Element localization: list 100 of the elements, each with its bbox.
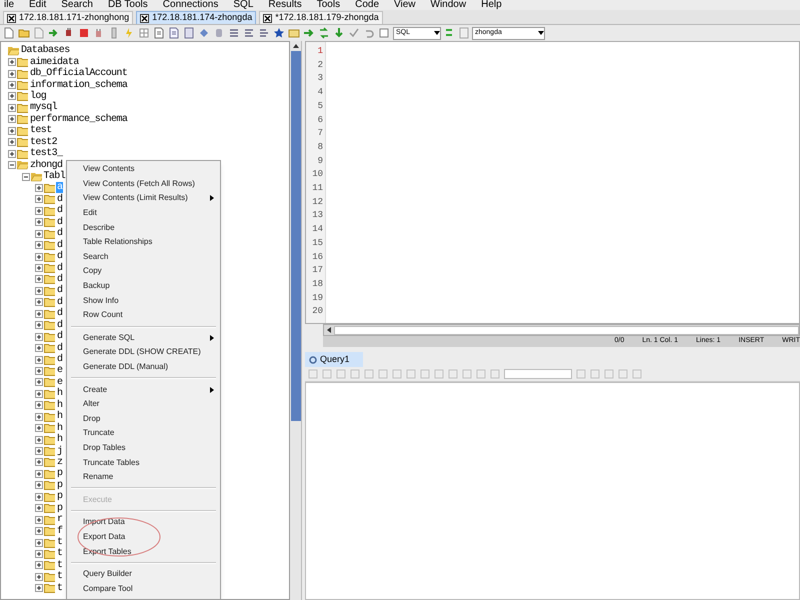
menu-item[interactable]: Backup bbox=[70, 278, 216, 294]
close-icon[interactable] bbox=[140, 14, 150, 22]
expand-icon[interactable] bbox=[35, 492, 43, 501]
tree-item[interactable]: h bbox=[56, 400, 64, 411]
expand-icon[interactable] bbox=[35, 275, 43, 284]
tree-item[interactable]: d bbox=[56, 296, 64, 308]
expand-icon[interactable] bbox=[35, 584, 43, 592]
expand-icon[interactable] bbox=[35, 550, 43, 558]
expand-icon[interactable] bbox=[35, 286, 43, 295]
expand-icon[interactable] bbox=[35, 230, 43, 238]
tree-item[interactable]: p bbox=[56, 491, 64, 502]
tree-item[interactable]: t bbox=[56, 548, 64, 560]
expand-icon[interactable] bbox=[35, 470, 43, 478]
tree-item[interactable]: d bbox=[56, 240, 64, 251]
expand-icon[interactable] bbox=[35, 321, 43, 330]
menu-item[interactable]: Tools bbox=[316, 0, 342, 10]
tree-item[interactable]: r bbox=[56, 514, 64, 526]
menu-item[interactable]: Truncate Tables bbox=[70, 455, 216, 470]
menu-item[interactable]: Show Info bbox=[70, 293, 216, 308]
expand-icon[interactable] bbox=[35, 356, 43, 364]
grid-icon[interactable] bbox=[138, 27, 150, 39]
menu-item[interactable]: Code bbox=[354, 0, 380, 10]
expand-icon[interactable] bbox=[35, 366, 43, 375]
expand-icon[interactable] bbox=[35, 412, 43, 421]
connection-tab[interactable]: 172.18.181.171-zhonghong bbox=[3, 11, 134, 24]
expand-icon[interactable] bbox=[8, 104, 16, 112]
expand-icon[interactable] bbox=[35, 332, 43, 341]
result-tab[interactable]: Query1 bbox=[305, 352, 363, 367]
menu-item[interactable]: Generate DDL (SHOW CREATE) bbox=[70, 345, 216, 360]
expand-icon[interactable] bbox=[35, 538, 43, 547]
connection-tab[interactable]: 172.18.181.174-zhongda bbox=[136, 11, 256, 24]
tree-item[interactable]: d bbox=[56, 251, 64, 262]
down-arrow-icon[interactable] bbox=[333, 27, 345, 39]
tree-item[interactable]: p bbox=[56, 480, 64, 491]
connection-tab[interactable]: *172.18.181.179-zhongda bbox=[259, 11, 383, 24]
document-icon[interactable] bbox=[153, 27, 165, 39]
tree-item[interactable]: j bbox=[56, 446, 64, 457]
tree-item[interactable]: log bbox=[29, 90, 48, 102]
tree-item[interactable]: test2 bbox=[29, 136, 58, 148]
expand-icon[interactable] bbox=[35, 458, 43, 466]
menu-item[interactable]: Compare Tool bbox=[70, 581, 216, 596]
list-icon[interactable] bbox=[243, 27, 255, 39]
expand-icon[interactable] bbox=[35, 252, 43, 261]
menu-item[interactable]: Generate SQL bbox=[70, 330, 216, 346]
expand-icon[interactable] bbox=[35, 436, 43, 444]
tree-item[interactable]: h bbox=[56, 422, 64, 434]
list-icon[interactable] bbox=[258, 27, 270, 39]
menu-item[interactable]: View Contents (Fetch All Rows) bbox=[70, 176, 216, 192]
tree-item[interactable]: d bbox=[56, 205, 64, 216]
tree-item[interactable]: t bbox=[56, 571, 64, 582]
tree-item[interactable]: d bbox=[56, 216, 64, 228]
expand-icon[interactable] bbox=[35, 298, 43, 306]
tree-item[interactable]: h bbox=[56, 411, 64, 422]
tree-item[interactable]: h bbox=[56, 434, 64, 446]
collapse-icon[interactable] bbox=[8, 161, 16, 170]
menu-item[interactable]: Alter bbox=[70, 396, 216, 412]
filter-field[interactable] bbox=[504, 369, 572, 379]
list-icon[interactable] bbox=[228, 27, 240, 39]
tree-item[interactable]: d bbox=[56, 285, 64, 296]
folder-icon[interactable] bbox=[18, 27, 30, 39]
tree-item[interactable]: mysql bbox=[29, 102, 58, 114]
star-icon[interactable] bbox=[273, 27, 285, 39]
close-icon[interactable] bbox=[263, 14, 272, 22]
tree-item[interactable]: t bbox=[56, 537, 64, 548]
expand-icon[interactable] bbox=[35, 184, 43, 192]
expand-icon[interactable] bbox=[8, 81, 16, 90]
menu-item[interactable]: Query Builder bbox=[70, 566, 216, 582]
menu-item[interactable]: Edit bbox=[28, 0, 48, 10]
expand-icon[interactable] bbox=[35, 561, 43, 570]
document-icon[interactable] bbox=[183, 27, 195, 39]
tree-item[interactable]: d bbox=[56, 342, 64, 354]
menu-item[interactable]: Window bbox=[430, 0, 468, 10]
tree-item[interactable]: Tabl bbox=[42, 171, 66, 182]
expand-icon[interactable] bbox=[35, 424, 43, 432]
tree-item[interactable]: t bbox=[56, 582, 64, 594]
expand-icon[interactable] bbox=[8, 58, 16, 66]
menu-item[interactable]: Export Data bbox=[70, 530, 216, 544]
menu-item[interactable]: Generate DDL (Manual) bbox=[70, 360, 216, 374]
expand-icon[interactable] bbox=[8, 126, 16, 135]
tree-item[interactable]: d bbox=[56, 320, 64, 331]
expand-icon[interactable] bbox=[8, 115, 16, 124]
expand-icon[interactable] bbox=[35, 218, 43, 226]
expand-icon[interactable] bbox=[35, 481, 43, 490]
arrow-icon[interactable] bbox=[48, 27, 60, 39]
expand-icon[interactable] bbox=[35, 378, 43, 386]
expand-icon[interactable] bbox=[8, 150, 16, 158]
tree-item[interactable]: zhongd bbox=[29, 160, 64, 171]
expand-icon[interactable] bbox=[35, 241, 43, 250]
tree-item[interactable]: p bbox=[56, 468, 64, 480]
expand-icon[interactable] bbox=[35, 504, 43, 512]
menu-item[interactable]: View Contents bbox=[70, 162, 216, 177]
menu-item[interactable]: Drop bbox=[70, 412, 216, 426]
tree-item[interactable]: information_schema bbox=[29, 80, 128, 91]
tree-item[interactable]: Databases bbox=[20, 45, 71, 56]
menu-item[interactable]: Create bbox=[70, 382, 216, 397]
expand-icon[interactable] bbox=[35, 206, 43, 215]
tree-item[interactable]: e bbox=[56, 376, 64, 388]
expand-icon[interactable] bbox=[35, 572, 43, 581]
menu-item[interactable]: Results bbox=[267, 0, 303, 10]
tree-item[interactable]: f bbox=[56, 526, 64, 537]
